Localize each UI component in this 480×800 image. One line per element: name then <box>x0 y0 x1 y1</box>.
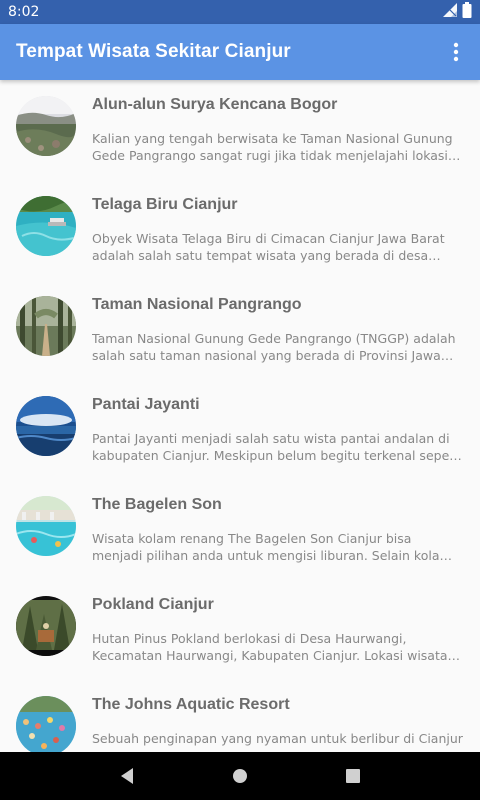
forest-path-photo <box>16 296 76 356</box>
item-description: Wisata kolam renang The Bagelen Son Cian… <box>92 531 452 563</box>
item-title: The Johns Aquatic Resort <box>92 696 290 713</box>
item-title: Pantai Jayanti <box>92 396 200 413</box>
item-title: Telaga Biru Cianjur <box>92 196 238 213</box>
more-vert-icon <box>453 42 459 62</box>
destination-list[interactable]: Alun-alun Surya Kencana Bogor Kalian yan… <box>0 80 480 752</box>
battery-icon <box>462 2 472 22</box>
app-bar: Tempat Wisata Sekitar Cianjur <box>0 24 480 80</box>
item-description: Kalian yang tengah berwisata ke Taman Na… <box>92 131 453 163</box>
nav-back-button[interactable] <box>103 752 151 800</box>
item-description: Obyek Wisata Telaga Biru di Cimacan Cian… <box>92 231 445 263</box>
list-item[interactable]: The Bagelen Son Wisata kolam renang The … <box>0 480 480 580</box>
item-title: The Bagelen Son <box>92 496 222 513</box>
pine-forest-photo <box>16 596 76 656</box>
beach-sky-photo <box>16 396 76 456</box>
nav-recents-button[interactable] <box>329 752 377 800</box>
mountain-meadow-photo <box>16 96 76 156</box>
list-item[interactable]: Alun-alun Surya Kencana Bogor Kalian yan… <box>0 80 480 180</box>
system-nav-bar <box>0 752 480 800</box>
nav-home-button[interactable] <box>216 752 264 800</box>
status-icons <box>442 2 472 22</box>
list-item[interactable]: Pantai Jayanti Pantai Jayanti menjadi sa… <box>0 380 480 480</box>
back-icon <box>120 768 133 784</box>
recents-icon <box>346 769 361 783</box>
item-description: Hutan Pinus Pokland berlokasi di Desa Ha… <box>92 631 448 663</box>
blue-lake-photo <box>16 196 76 256</box>
list-item[interactable]: Pokland Cianjur Hutan Pinus Pokland berl… <box>0 580 480 680</box>
list-item[interactable]: Taman Nasional Pangrango Taman Nasional … <box>0 280 480 380</box>
item-description: Taman Nasional Gunung Gede Pangrango (TN… <box>92 331 456 363</box>
item-description: Sebuah penginapan yang nyaman untuk berl… <box>92 731 463 746</box>
item-description: Pantai Jayanti menjadi salah satu wista … <box>92 431 463 463</box>
signal-icon <box>442 2 458 22</box>
swimming-pool-photo <box>16 496 76 556</box>
item-title: Alun-alun Surya Kencana Bogor <box>92 96 338 113</box>
home-icon <box>232 769 247 783</box>
status-time: 8:02 <box>8 4 40 20</box>
item-title: Pokland Cianjur <box>92 596 214 613</box>
overflow-menu-button[interactable] <box>440 32 472 72</box>
status-bar: 8:02 <box>0 0 480 24</box>
water-park-photo <box>16 696 76 752</box>
list-item[interactable]: The Johns Aquatic Resort Sebuah penginap… <box>0 680 480 752</box>
item-title: Taman Nasional Pangrango <box>92 296 302 313</box>
page-title: Tempat Wisata Sekitar Cianjur <box>16 41 291 62</box>
list-item[interactable]: Telaga Biru Cianjur Obyek Wisata Telaga … <box>0 180 480 280</box>
